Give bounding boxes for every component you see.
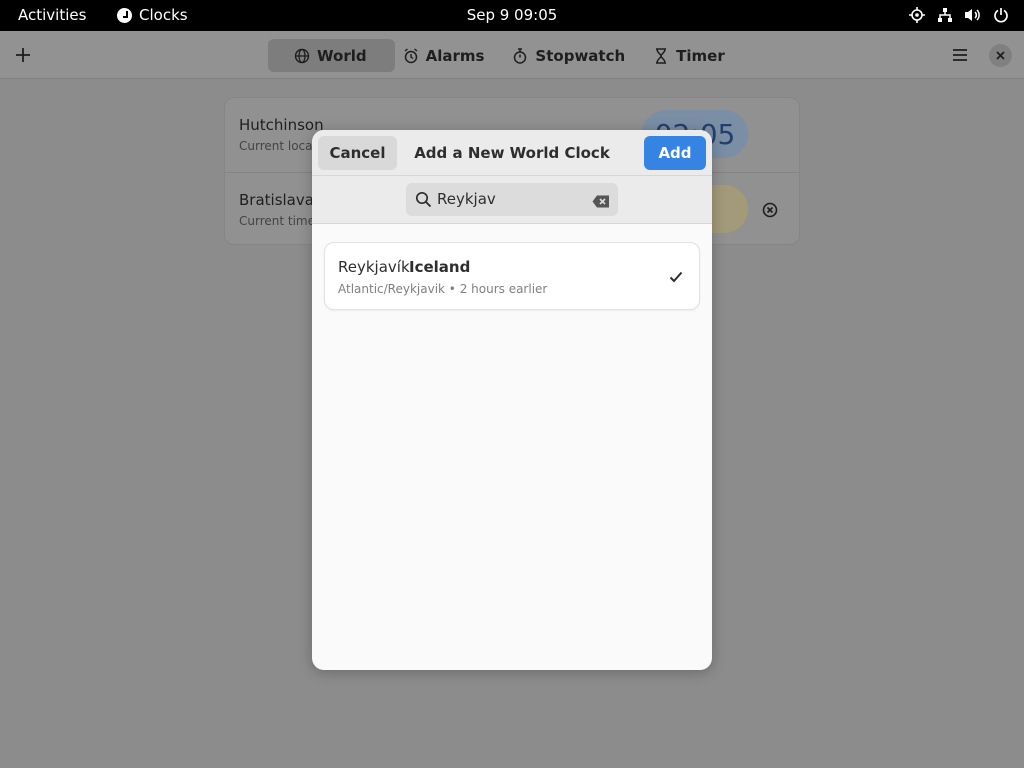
search-bar: Reykjav (312, 176, 712, 224)
location-search-input[interactable]: Reykjav (406, 183, 618, 216)
globe-icon (294, 48, 310, 64)
volume-icon (964, 6, 982, 24)
result-detail: Atlantic/Reykjavik • 2 hours earlier (338, 282, 548, 296)
add-world-clock-dialog: Cancel Add a New World Clock Add Reykjav… (312, 130, 712, 670)
clock-subtitle: Current locati (239, 139, 321, 153)
add-clock-button[interactable] (7, 39, 39, 71)
header-bar: World Alarms Stopwatch Timer (0, 31, 1024, 79)
power-icon (992, 6, 1010, 24)
tab-label: Alarms (425, 46, 485, 65)
alarm-icon (403, 47, 419, 64)
remove-clock-icon[interactable] (762, 202, 778, 218)
clear-search-icon[interactable] (592, 193, 610, 208)
tab-stopwatch[interactable]: Stopwatch (512, 39, 645, 72)
result-city: Reykjavík (338, 258, 410, 276)
tab-label: Timer (676, 46, 725, 65)
tab-label: World (317, 46, 367, 65)
window-close-button[interactable] (989, 44, 1012, 67)
tab-timer[interactable]: Timer (653, 39, 745, 72)
check-icon (669, 269, 683, 283)
add-button[interactable]: Add (644, 136, 706, 170)
search-text: Reykjav (437, 190, 496, 208)
dialog-header: Cancel Add a New World Clock Add (312, 130, 712, 176)
close-icon (996, 51, 1005, 60)
activities-button[interactable]: Activities (18, 6, 86, 24)
clock-subtitle: Current timez (239, 214, 322, 228)
view-switcher: World Alarms Stopwatch Timer (268, 39, 745, 72)
stopwatch-icon (512, 47, 528, 64)
top-bar: Activities Clocks Sep 9 09:05 (0, 0, 1024, 31)
location-icon (908, 6, 926, 24)
cancel-button[interactable]: Cancel (318, 136, 397, 170)
system-menu[interactable] (908, 6, 1010, 24)
clock-city: Hutchinson (239, 116, 324, 134)
result-country: Iceland (409, 258, 471, 276)
search-result-item[interactable]: Reykjavík Iceland Atlantic/Reykjavik • 2… (324, 242, 700, 310)
tab-alarms[interactable]: Alarms (403, 39, 505, 72)
search-icon (415, 191, 432, 208)
network-icon (936, 6, 954, 24)
clock-city: Bratislava (239, 191, 314, 209)
plus-icon (16, 48, 30, 62)
date-time[interactable]: Sep 9 09:05 (467, 6, 558, 24)
tab-world[interactable]: World (268, 39, 395, 72)
main-menu-button[interactable] (944, 39, 976, 71)
hamburger-icon (953, 49, 967, 61)
clocks-app-icon (117, 7, 132, 23)
hourglass-icon (653, 47, 669, 64)
app-menu[interactable]: Clocks (117, 6, 188, 24)
app-name: Clocks (139, 6, 188, 24)
tab-label: Stopwatch (535, 46, 626, 65)
